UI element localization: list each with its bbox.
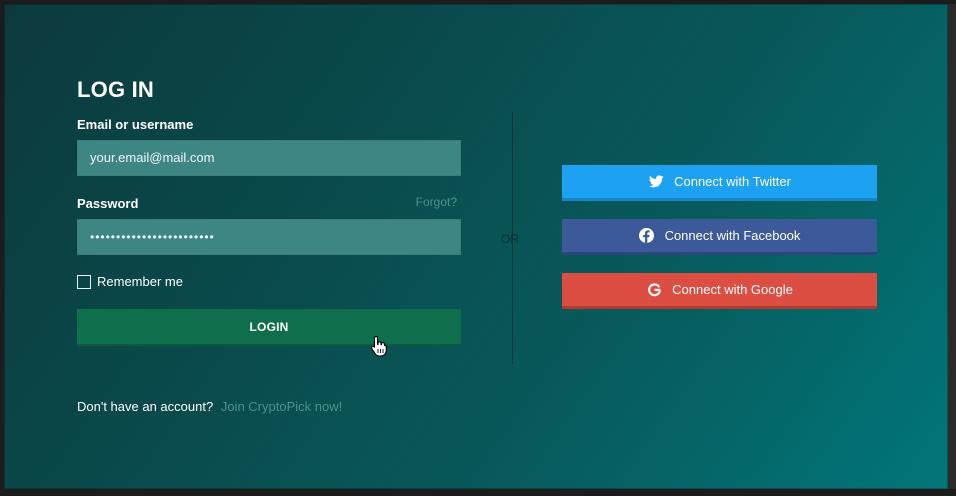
google-button-label: Connect with Google <box>672 282 793 297</box>
password-value: •••••••••••••••••••••••• <box>90 230 215 244</box>
hand-cursor-icon <box>371 335 387 357</box>
join-link[interactable]: Join CryptoPick now! <box>221 399 342 414</box>
remember-me-label: Remember me <box>97 274 183 289</box>
email-input[interactable]: your.email@mail.com <box>77 140 461 176</box>
twitter-icon <box>648 174 664 190</box>
email-value: your.email@mail.com <box>90 150 215 165</box>
password-input[interactable]: •••••••••••••••••••••••• <box>77 219 461 255</box>
window-edge <box>948 4 956 489</box>
login-button[interactable]: LOGIN <box>77 309 461 346</box>
login-panel: LOG IN Email or username your.email@mail… <box>4 4 948 489</box>
google-icon <box>646 282 662 298</box>
connect-google-button[interactable]: Connect with Google <box>562 273 877 309</box>
forgot-password-link[interactable]: Forgot? <box>416 195 457 209</box>
remember-me-checkbox[interactable] <box>77 274 91 289</box>
connect-twitter-button[interactable]: Connect with Twitter <box>562 165 877 201</box>
page-title: LOG IN <box>77 77 154 102</box>
connect-facebook-button[interactable]: Connect with Facebook <box>562 219 877 255</box>
email-label: Email or username <box>77 117 194 132</box>
signup-prompt-text: Don't have an account? <box>77 399 214 414</box>
or-separator: OR <box>501 232 519 246</box>
remember-me-row[interactable]: Remember me <box>77 274 183 289</box>
facebook-button-label: Connect with Facebook <box>664 228 801 243</box>
password-label: Password <box>77 196 139 211</box>
facebook-icon <box>639 228 655 244</box>
signup-prompt: Don't have an account? Join CryptoPick n… <box>77 399 342 414</box>
twitter-button-label: Connect with Twitter <box>674 174 791 189</box>
